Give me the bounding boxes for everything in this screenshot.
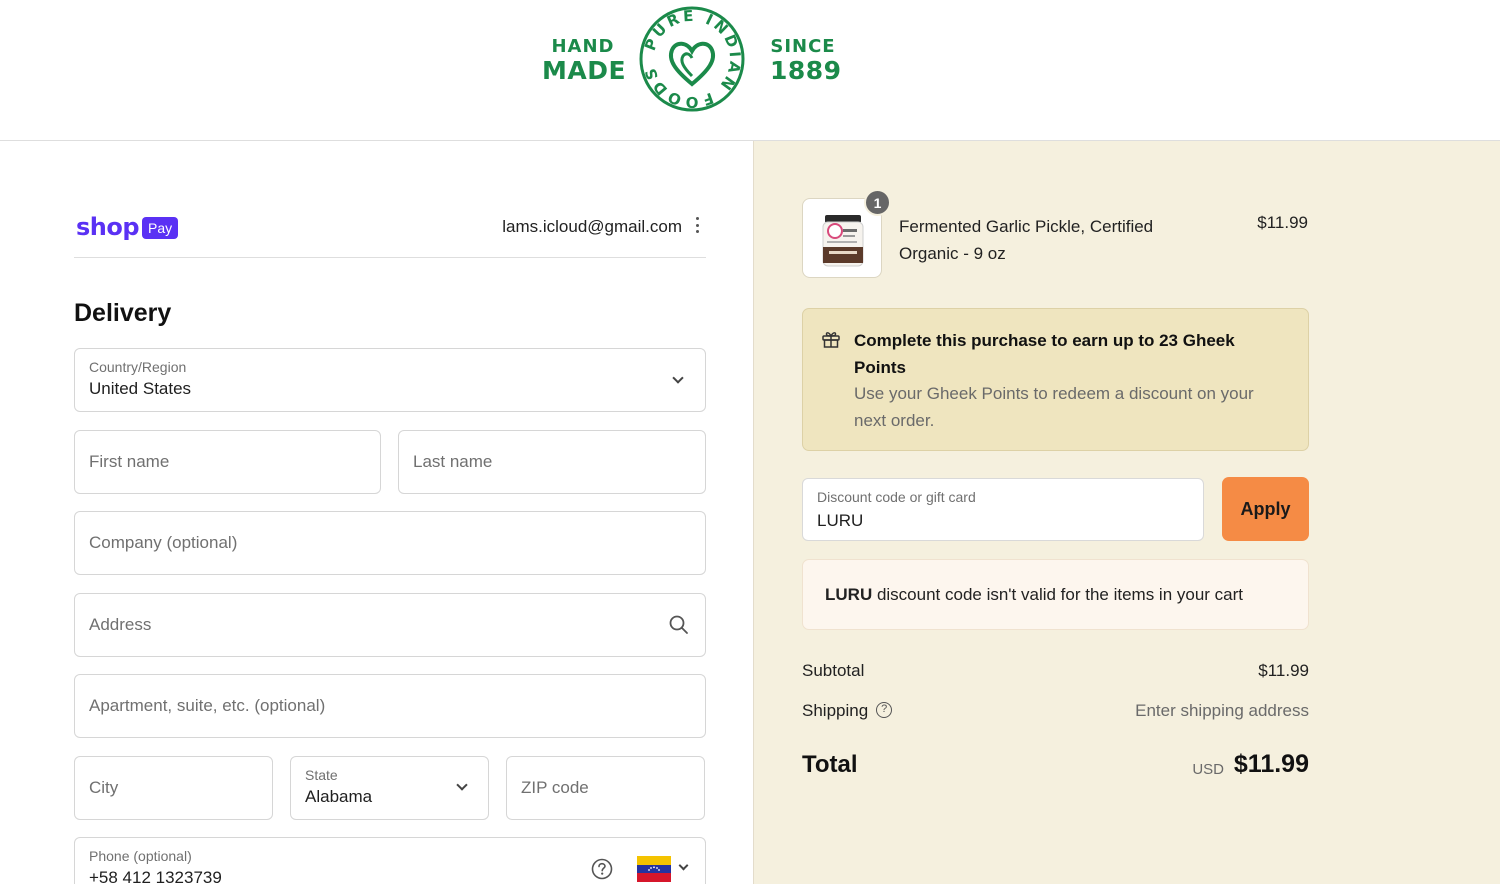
shipping-row: Shipping? (802, 701, 893, 721)
city-placeholder: City (89, 778, 119, 797)
zip-code-field[interactable]: ZIP code (506, 756, 705, 820)
shipping-value: Enter shipping address (1135, 701, 1309, 720)
account-email: lams.icloud@gmail.com (502, 217, 682, 236)
chevron-down-icon (678, 860, 689, 871)
shipping-help-icon[interactable]: ? (876, 701, 893, 718)
account-menu-kebab-icon[interactable] (690, 215, 704, 235)
last-name-field[interactable]: Last name (398, 430, 706, 494)
checkout-form-pane: shop Pay lams.icloud@gmail.com Delivery … (0, 141, 754, 884)
country-region-label: Country/Region (89, 359, 187, 375)
brand-tagline-year: 1889 (770, 56, 842, 85)
quantity-badge: 1 (864, 189, 891, 216)
country-region-value: United States (89, 379, 192, 398)
discount-code-label: Discount code or gift card (817, 489, 976, 505)
brand-tagline-hand: HAND (551, 36, 615, 57)
total-amount: $11.99 (1233, 750, 1309, 778)
first-name-placeholder: First name (89, 452, 170, 471)
last-name-placeholder: Last name (413, 452, 493, 471)
first-name-field[interactable]: First name (74, 430, 381, 494)
product-name: Fermented Garlic Pickle, Certified Organ… (899, 217, 1154, 263)
brand-tagline-since: SINCE 1889 (770, 36, 842, 85)
discount-error-code: LURU (825, 585, 873, 604)
site-header: HAND MADE PURE INDIAN FOODS SINCE 1889 (0, 0, 1500, 141)
shop-pay-pay-badge: Pay (142, 217, 179, 239)
company-placeholder: Company (optional) (89, 533, 238, 552)
phone-label: Phone (optional) (89, 848, 192, 864)
order-summary-pane: 1 Fermented Garlic Pickle, Certified Org… (754, 141, 1500, 884)
phone-value: +58 412 1323739 (89, 868, 222, 884)
apartment-placeholder: Apartment, suite, etc. (optional) (89, 696, 326, 715)
discount-code-input[interactable]: Discount code or gift card LURU (802, 478, 1204, 541)
discount-error-message: discount code isn't valid for the items … (872, 585, 1244, 604)
shop-pay-shop-word: shop (76, 213, 140, 241)
brand-tagline-made: MADE (542, 56, 627, 85)
city-field[interactable]: City (74, 756, 273, 820)
chevron-down-icon (672, 372, 684, 384)
address-field[interactable]: Address (74, 593, 706, 657)
apply-discount-button[interactable]: Apply (1222, 477, 1309, 541)
state-value: Alabama (305, 787, 373, 806)
rewards-points-body: Use your Gheek Points to redeem a discou… (854, 384, 1254, 430)
phone-field[interactable]: Phone (optional) +58 412 1323739 (74, 837, 706, 884)
discount-error-banner: LURU discount code isn't valid for the i… (802, 559, 1309, 630)
rewards-points-title: Complete this purchase to earn up to 23 … (854, 331, 1235, 377)
total-label: Total (802, 751, 858, 778)
search-icon[interactable] (669, 615, 689, 635)
help-circle-icon[interactable] (591, 858, 613, 880)
state-select[interactable]: State Alabama (290, 756, 489, 820)
delivery-heading: Delivery (74, 299, 172, 327)
brand-tagline-since-word: SINCE (770, 36, 836, 57)
address-placeholder: Address (89, 615, 152, 634)
subtotal-value: $11.99 (1258, 661, 1309, 680)
subtotal-label: Subtotal (802, 661, 865, 680)
state-label: State (305, 767, 338, 783)
discount-code-value: LURU (817, 511, 864, 530)
pure-indian-foods-logo[interactable]: PURE INDIAN FOODS (637, 4, 747, 114)
rewards-points-notice: Complete this purchase to earn up to 23 … (802, 308, 1309, 451)
zip-code-placeholder: ZIP code (521, 778, 589, 797)
shipping-label: Shipping (802, 701, 869, 720)
gift-icon (822, 332, 840, 348)
brand-tagline-handmade: HAND MADE (542, 36, 627, 85)
venezuela-flag-icon[interactable] (637, 856, 671, 882)
country-region-select[interactable]: Country/Region United States (74, 348, 706, 412)
company-field[interactable]: Company (optional) (74, 511, 706, 575)
shop-pay-logo: shop Pay (76, 213, 179, 241)
discount-error-text: LURU discount code isn't valid for the i… (825, 585, 1243, 605)
product-price: $11.99 (1257, 213, 1308, 232)
apartment-field[interactable]: Apartment, suite, etc. (optional) (74, 674, 706, 738)
account-divider (74, 257, 706, 258)
chevron-down-icon (456, 779, 468, 791)
